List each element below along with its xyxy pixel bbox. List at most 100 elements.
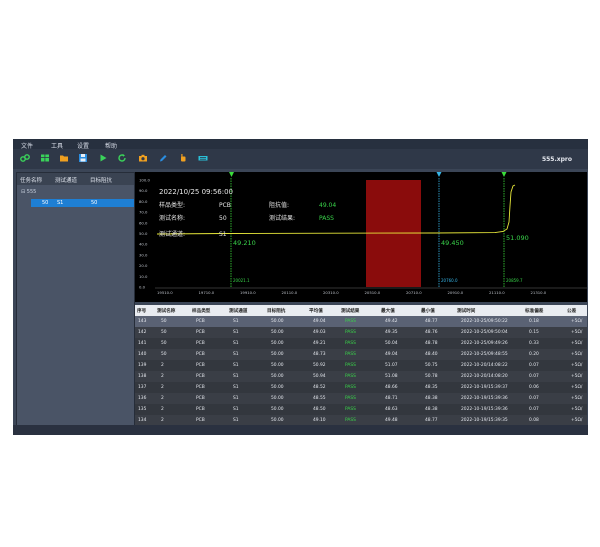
- table-cell: 48.66: [385, 385, 398, 390]
- marker-triangle-3[interactable]: [501, 172, 507, 177]
- table-cell: 140: [138, 352, 147, 357]
- column-header[interactable]: 测试时间: [457, 308, 475, 314]
- x-tick-label: 20710.0: [406, 290, 422, 295]
- table-cell: 48.73: [313, 352, 326, 357]
- table-cell: 50.92: [313, 363, 326, 368]
- table-cell: 48.38: [425, 407, 438, 412]
- table-cell: PCB: [196, 374, 205, 379]
- table-row[interactable]: 142 50 PCB S1 50.00 49.03 PASS 49.35 48.76 2022-1…: [135, 327, 587, 338]
- save-icon[interactable]: [78, 153, 88, 163]
- refresh-icon[interactable]: [117, 153, 127, 163]
- column-header[interactable]: 目标阻抗: [267, 308, 285, 314]
- table-cell: 0.07: [529, 407, 539, 412]
- tree-item-selected[interactable]: 50 S1 50: [31, 199, 134, 207]
- test-name-label: 测试名称:: [159, 214, 185, 222]
- col-task-name[interactable]: 任务名称: [20, 176, 42, 184]
- column-header[interactable]: 样品类型: [192, 308, 210, 314]
- table-row[interactable]: 136 2 PCB S1 50.00 48.55 PASS 48.71 48.38 2022-10…: [135, 393, 587, 404]
- table-cell: PCB: [196, 352, 205, 357]
- table-cell: 2: [161, 396, 164, 401]
- table-cell: 2: [161, 385, 164, 390]
- table-cell: S1: [233, 363, 239, 368]
- sample-type-label: 样品类型:: [159, 201, 185, 209]
- marker-triangle-2[interactable]: [436, 172, 442, 177]
- play-icon[interactable]: [98, 153, 108, 163]
- column-header[interactable]: 平均值: [309, 308, 323, 314]
- x-tick-label: 20310.0: [323, 290, 339, 295]
- table-cell: 50.00: [271, 319, 284, 324]
- table-cell: 50.00: [271, 374, 284, 379]
- column-header[interactable]: 测试结果: [341, 308, 359, 314]
- folder-icon[interactable]: [59, 153, 69, 163]
- y-tick-label: 70.0: [139, 210, 148, 215]
- table-row[interactable]: 135 2 PCB S1 50.00 48.50 PASS 48.63 48.38 2022-10…: [135, 404, 587, 415]
- table-cell: 50.00: [271, 363, 284, 368]
- marker-value-1: 49.210: [233, 239, 256, 247]
- table-cell: 48.63: [385, 407, 398, 412]
- table-row[interactable]: 140 50 PCB S1 50.00 48.73 PASS 49.04 48.40 2022-1…: [135, 349, 587, 360]
- x-tick-label: 20110.0: [282, 290, 298, 295]
- pen-icon[interactable]: [158, 153, 168, 163]
- y-tick-label: 100.0: [139, 178, 150, 183]
- table-cell: 2022-10-25/09:48:55: [461, 352, 508, 357]
- column-header[interactable]: 最小值: [421, 308, 435, 314]
- table-cell: 2022-10-20/14:08:22: [461, 363, 508, 368]
- table-row[interactable]: 138 2 PCB S1 50.00 50.94 PASS 51.08 50.78 2022-10…: [135, 371, 587, 382]
- table-cell: 49.35: [385, 330, 398, 335]
- link-icon[interactable]: [20, 153, 30, 163]
- table-cell: 50: [161, 319, 167, 324]
- camera-icon[interactable]: [138, 153, 148, 163]
- tree-root[interactable]: ⊟ 555: [21, 189, 36, 195]
- table-cell: 48.77: [425, 418, 438, 423]
- tree-root-label: 555: [26, 189, 37, 195]
- grid-icon[interactable]: [40, 153, 50, 163]
- table-cell: S1: [233, 385, 239, 390]
- table-cell: +5Ω/: [571, 341, 583, 346]
- menu-bar: 文件 工具 设置 帮助: [13, 139, 588, 150]
- table-cell: 139: [138, 363, 147, 368]
- table-cell: 49.42: [385, 319, 398, 324]
- table-cell: 142: [138, 330, 147, 335]
- table-cell: S1: [233, 352, 239, 357]
- table-cell: 0.18: [529, 319, 539, 324]
- impedance-chart[interactable]: 100.0 90.0 80.0 70.0 60.0 50.0 40.0 30.0 20.0 10.…: [135, 172, 587, 302]
- col-target-impedance[interactable]: 目标阻抗: [90, 176, 112, 184]
- test-result-value: PASS: [319, 215, 334, 222]
- table-cell: 2: [161, 374, 164, 379]
- y-tick-label: 50.0: [139, 231, 148, 236]
- y-tick-label: 30.0: [139, 252, 148, 257]
- table-cell: 50: [161, 352, 167, 357]
- column-header[interactable]: 测试通道: [229, 308, 247, 314]
- table-cell: 2022-10-19/15:39:36: [461, 396, 508, 401]
- channel-value: S1: [219, 231, 227, 238]
- col-test-channel[interactable]: 测试通道: [55, 176, 77, 184]
- table-row[interactable]: 141 50 PCB S1 50.00 49.21 PASS 50.04 48.78 2022-1…: [135, 338, 587, 349]
- hand-icon[interactable]: [178, 153, 188, 163]
- y-tick-label: 0.0: [139, 285, 146, 290]
- column-header[interactable]: 测试名称: [157, 308, 175, 314]
- test-name-value: 50: [219, 215, 227, 222]
- x-tick-label: 21310.0: [531, 290, 547, 295]
- table-cell: PASS: [345, 352, 356, 357]
- table-cell: 51.07: [385, 363, 398, 368]
- column-header[interactable]: 最大值: [381, 308, 395, 314]
- table-cell: 48.38: [425, 396, 438, 401]
- table-row[interactable]: 139 2 PCB S1 50.00 50.92 PASS 51.07 50.75 2022-10…: [135, 360, 587, 371]
- table-cell: PCB: [196, 396, 205, 401]
- x-tick-label: 20510.0: [365, 290, 381, 295]
- table-cell: 49.48: [385, 418, 398, 423]
- table-cell: PCB: [196, 407, 205, 412]
- column-header[interactable]: 公差: [567, 308, 576, 314]
- y-tick-label: 90.0: [139, 188, 148, 193]
- table-row[interactable]: 137 2 PCB S1 50.00 48.52 PASS 48.66 48.35 2022-10…: [135, 382, 587, 393]
- table-cell: 134: [138, 418, 147, 423]
- marker-triangle-1[interactable]: [229, 172, 234, 177]
- table-row[interactable]: 143 50 PCB S1 50.00 49.04 PASS 49.42 48.77 2022-1…: [135, 316, 587, 327]
- column-header[interactable]: 标准偏差: [525, 308, 543, 314]
- marker-value-2: 49.450: [441, 239, 464, 247]
- keyboard-icon[interactable]: [198, 153, 208, 163]
- table-cell: +5Ω/: [571, 352, 583, 357]
- table-cell: 49.21: [313, 341, 326, 346]
- column-header[interactable]: 序号: [137, 308, 146, 314]
- table-cell: PASS: [345, 418, 356, 423]
